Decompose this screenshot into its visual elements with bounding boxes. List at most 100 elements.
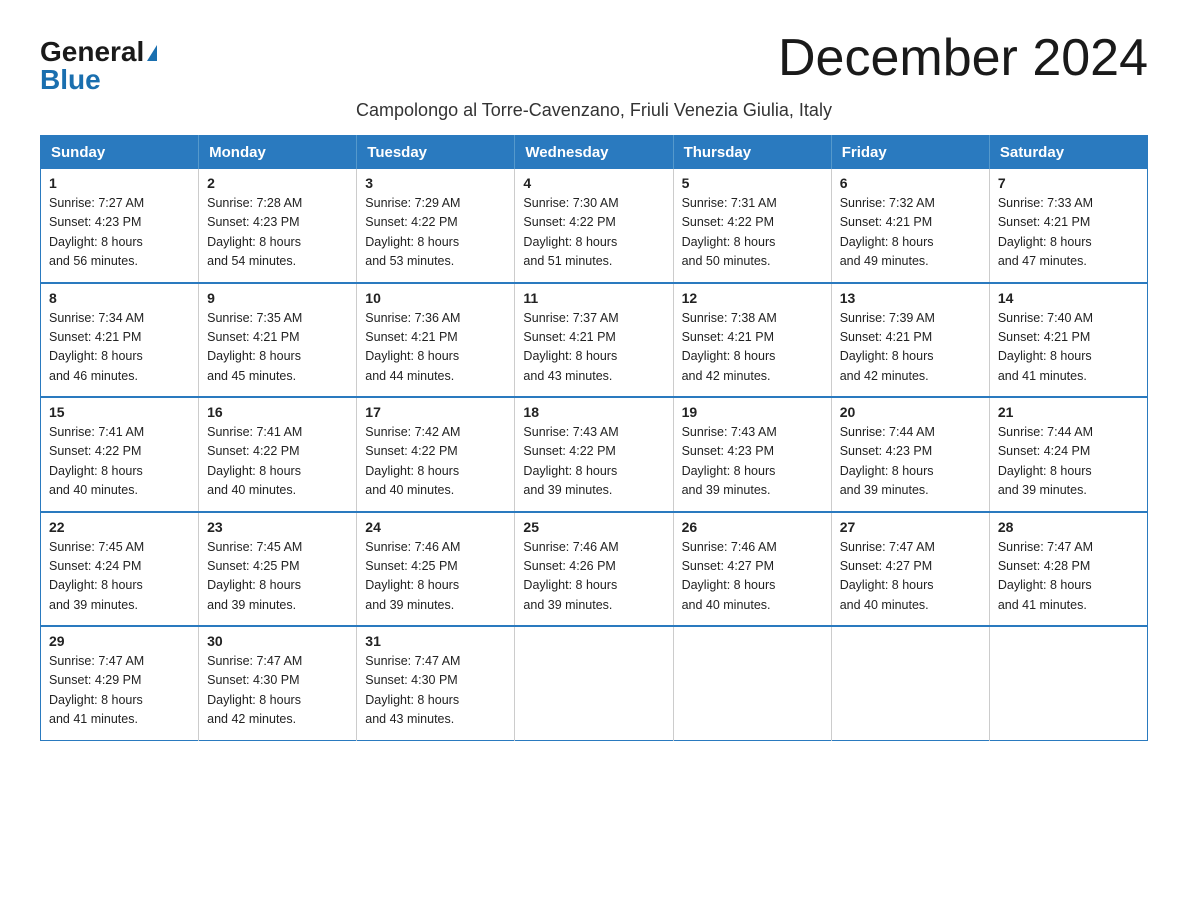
table-row: 23 Sunrise: 7:45 AMSunset: 4:25 PMDaylig…	[199, 512, 357, 627]
table-row: 27 Sunrise: 7:47 AMSunset: 4:27 PMDaylig…	[831, 512, 989, 627]
table-row: 15 Sunrise: 7:41 AMSunset: 4:22 PMDaylig…	[41, 397, 199, 512]
table-row: 1 Sunrise: 7:27 AMSunset: 4:23 PMDayligh…	[41, 169, 199, 283]
day-number: 9	[207, 290, 348, 306]
logo: General Blue	[40, 38, 157, 94]
table-row: 30 Sunrise: 7:47 AMSunset: 4:30 PMDaylig…	[199, 626, 357, 740]
calendar-header-row: Sunday Monday Tuesday Wednesday Thursday…	[41, 136, 1148, 170]
day-info: Sunrise: 7:44 AMSunset: 4:24 PMDaylight:…	[998, 425, 1093, 497]
col-thursday: Thursday	[673, 136, 831, 170]
table-row: 17 Sunrise: 7:42 AMSunset: 4:22 PMDaylig…	[357, 397, 515, 512]
day-number: 30	[207, 633, 348, 649]
table-row: 19 Sunrise: 7:43 AMSunset: 4:23 PMDaylig…	[673, 397, 831, 512]
calendar-week-3: 15 Sunrise: 7:41 AMSunset: 4:22 PMDaylig…	[41, 397, 1148, 512]
day-number: 23	[207, 519, 348, 535]
day-number: 5	[682, 175, 823, 191]
day-info: Sunrise: 7:46 AMSunset: 4:26 PMDaylight:…	[523, 540, 618, 612]
day-info: Sunrise: 7:43 AMSunset: 4:23 PMDaylight:…	[682, 425, 777, 497]
table-row: 20 Sunrise: 7:44 AMSunset: 4:23 PMDaylig…	[831, 397, 989, 512]
day-info: Sunrise: 7:41 AMSunset: 4:22 PMDaylight:…	[207, 425, 302, 497]
table-row: 25 Sunrise: 7:46 AMSunset: 4:26 PMDaylig…	[515, 512, 673, 627]
day-number: 16	[207, 404, 348, 420]
col-monday: Monday	[199, 136, 357, 170]
table-row: 24 Sunrise: 7:46 AMSunset: 4:25 PMDaylig…	[357, 512, 515, 627]
logo-blue-text: Blue	[40, 64, 101, 95]
day-number: 15	[49, 404, 190, 420]
day-number: 24	[365, 519, 506, 535]
day-info: Sunrise: 7:37 AMSunset: 4:21 PMDaylight:…	[523, 311, 618, 383]
logo-blue-line: Blue	[40, 66, 101, 94]
table-row: 21 Sunrise: 7:44 AMSunset: 4:24 PMDaylig…	[989, 397, 1147, 512]
day-info: Sunrise: 7:38 AMSunset: 4:21 PMDaylight:…	[682, 311, 777, 383]
day-info: Sunrise: 7:41 AMSunset: 4:22 PMDaylight:…	[49, 425, 144, 497]
col-sunday: Sunday	[41, 136, 199, 170]
col-friday: Friday	[831, 136, 989, 170]
logo-general-text: General	[40, 36, 144, 67]
table-row: 22 Sunrise: 7:45 AMSunset: 4:24 PMDaylig…	[41, 512, 199, 627]
table-row: 5 Sunrise: 7:31 AMSunset: 4:22 PMDayligh…	[673, 169, 831, 283]
table-row: 9 Sunrise: 7:35 AMSunset: 4:21 PMDayligh…	[199, 283, 357, 398]
day-info: Sunrise: 7:27 AMSunset: 4:23 PMDaylight:…	[49, 196, 144, 268]
table-row	[515, 626, 673, 740]
day-info: Sunrise: 7:36 AMSunset: 4:21 PMDaylight:…	[365, 311, 460, 383]
calendar-week-5: 29 Sunrise: 7:47 AMSunset: 4:29 PMDaylig…	[41, 626, 1148, 740]
col-saturday: Saturday	[989, 136, 1147, 170]
calendar-table: Sunday Monday Tuesday Wednesday Thursday…	[40, 135, 1148, 741]
day-number: 8	[49, 290, 190, 306]
logo-triangle-icon	[147, 45, 157, 61]
day-number: 21	[998, 404, 1139, 420]
calendar-week-2: 8 Sunrise: 7:34 AMSunset: 4:21 PMDayligh…	[41, 283, 1148, 398]
day-info: Sunrise: 7:46 AMSunset: 4:25 PMDaylight:…	[365, 540, 460, 612]
day-number: 25	[523, 519, 664, 535]
table-row	[989, 626, 1147, 740]
day-number: 11	[523, 290, 664, 306]
day-info: Sunrise: 7:43 AMSunset: 4:22 PMDaylight:…	[523, 425, 618, 497]
day-info: Sunrise: 7:33 AMSunset: 4:21 PMDaylight:…	[998, 196, 1093, 268]
table-row: 4 Sunrise: 7:30 AMSunset: 4:22 PMDayligh…	[515, 169, 673, 283]
day-info: Sunrise: 7:30 AMSunset: 4:22 PMDaylight:…	[523, 196, 618, 268]
day-info: Sunrise: 7:47 AMSunset: 4:29 PMDaylight:…	[49, 654, 144, 726]
table-row: 28 Sunrise: 7:47 AMSunset: 4:28 PMDaylig…	[989, 512, 1147, 627]
table-row: 8 Sunrise: 7:34 AMSunset: 4:21 PMDayligh…	[41, 283, 199, 398]
day-number: 14	[998, 290, 1139, 306]
day-number: 10	[365, 290, 506, 306]
day-info: Sunrise: 7:47 AMSunset: 4:30 PMDaylight:…	[207, 654, 302, 726]
day-number: 28	[998, 519, 1139, 535]
day-number: 19	[682, 404, 823, 420]
day-number: 2	[207, 175, 348, 191]
day-info: Sunrise: 7:44 AMSunset: 4:23 PMDaylight:…	[840, 425, 935, 497]
col-tuesday: Tuesday	[357, 136, 515, 170]
day-info: Sunrise: 7:47 AMSunset: 4:30 PMDaylight:…	[365, 654, 460, 726]
day-info: Sunrise: 7:47 AMSunset: 4:27 PMDaylight:…	[840, 540, 935, 612]
day-number: 6	[840, 175, 981, 191]
day-info: Sunrise: 7:31 AMSunset: 4:22 PMDaylight:…	[682, 196, 777, 268]
day-info: Sunrise: 7:47 AMSunset: 4:28 PMDaylight:…	[998, 540, 1093, 612]
table-row: 14 Sunrise: 7:40 AMSunset: 4:21 PMDaylig…	[989, 283, 1147, 398]
table-row: 3 Sunrise: 7:29 AMSunset: 4:22 PMDayligh…	[357, 169, 515, 283]
table-row: 7 Sunrise: 7:33 AMSunset: 4:21 PMDayligh…	[989, 169, 1147, 283]
day-number: 12	[682, 290, 823, 306]
day-info: Sunrise: 7:32 AMSunset: 4:21 PMDaylight:…	[840, 196, 935, 268]
logo-general-line: General	[40, 38, 157, 66]
subtitle: Campolongo al Torre-Cavenzano, Friuli Ve…	[40, 100, 1148, 121]
day-info: Sunrise: 7:29 AMSunset: 4:22 PMDaylight:…	[365, 196, 460, 268]
day-info: Sunrise: 7:35 AMSunset: 4:21 PMDaylight:…	[207, 311, 302, 383]
day-info: Sunrise: 7:34 AMSunset: 4:21 PMDaylight:…	[49, 311, 144, 383]
table-row	[831, 626, 989, 740]
day-number: 26	[682, 519, 823, 535]
page-title: December 2024	[778, 30, 1148, 87]
day-info: Sunrise: 7:42 AMSunset: 4:22 PMDaylight:…	[365, 425, 460, 497]
day-info: Sunrise: 7:39 AMSunset: 4:21 PMDaylight:…	[840, 311, 935, 383]
day-number: 3	[365, 175, 506, 191]
day-number: 1	[49, 175, 190, 191]
table-row: 10 Sunrise: 7:36 AMSunset: 4:21 PMDaylig…	[357, 283, 515, 398]
col-wednesday: Wednesday	[515, 136, 673, 170]
day-number: 31	[365, 633, 506, 649]
day-number: 7	[998, 175, 1139, 191]
day-info: Sunrise: 7:28 AMSunset: 4:23 PMDaylight:…	[207, 196, 302, 268]
day-number: 29	[49, 633, 190, 649]
calendar-week-1: 1 Sunrise: 7:27 AMSunset: 4:23 PMDayligh…	[41, 169, 1148, 283]
table-row: 29 Sunrise: 7:47 AMSunset: 4:29 PMDaylig…	[41, 626, 199, 740]
day-number: 22	[49, 519, 190, 535]
table-row: 2 Sunrise: 7:28 AMSunset: 4:23 PMDayligh…	[199, 169, 357, 283]
day-number: 20	[840, 404, 981, 420]
